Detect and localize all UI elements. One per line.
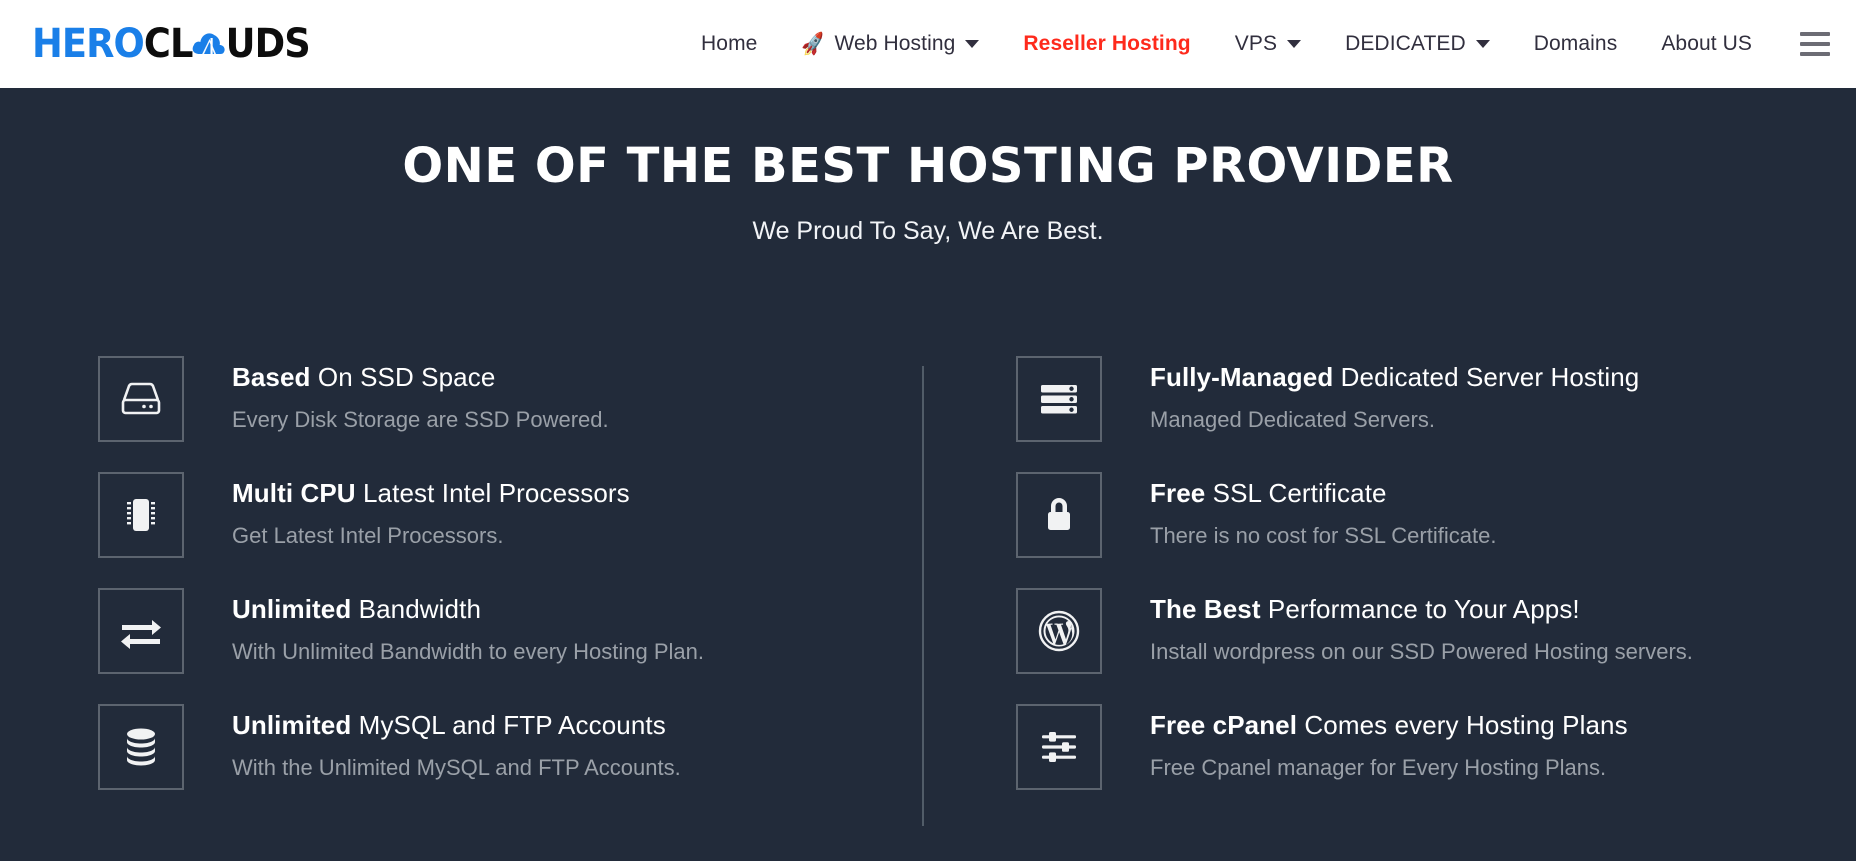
feature-title-bold: The Best <box>1150 593 1261 624</box>
feature-title: The Best Performance to Your Apps! <box>1150 594 1693 625</box>
feature-title-bold: Unlimited <box>232 593 352 624</box>
logo-text-uds: UDS <box>225 21 311 67</box>
feature-title-rest: Performance to Your Apps! <box>1260 593 1580 624</box>
feature-description: Get Latest Intel Processors. <box>232 522 504 548</box>
feature-description: Managed Dedicated Servers. <box>1150 406 1435 432</box>
feature-item-ssl-certificate: Free SSL Certificate There is no cost fo… <box>1016 471 1693 558</box>
database-icon <box>98 703 184 790</box>
lock-icon <box>1016 471 1102 558</box>
nav-item-reseller-hosting[interactable]: Reseller Hosting <box>1001 32 1212 56</box>
nav-label-vps: VPS <box>1234 32 1278 55</box>
features-section: Based On SSD Space Every Disk Storage ar… <box>0 355 1856 826</box>
features-column-left: Based On SSD Space Every Disk Storage ar… <box>98 355 888 790</box>
feature-title-rest: Dedicated Server Hosting <box>1333 361 1640 392</box>
exchange-arrows-icon <box>98 587 184 674</box>
hard-drive-icon <box>98 355 184 442</box>
page-subtitle: We Proud To Say, We Are Best. <box>752 216 1104 245</box>
chevron-down-icon <box>1287 40 1302 48</box>
nav-item-web-hosting[interactable]: 🚀 Web Hosting <box>779 31 1001 58</box>
feature-text: Free cPanel Comes every Hosting Plans Fr… <box>1150 704 1628 781</box>
feature-text: Free SSL Certificate There is no cost fo… <box>1150 472 1496 549</box>
nav-item-home[interactable]: Home <box>679 32 779 56</box>
hamburger-bar <box>1800 52 1830 56</box>
feature-description: There is no cost for SSL Certificate. <box>1150 522 1497 548</box>
feature-description: Install wordpress on our SSD Powered Hos… <box>1150 638 1693 664</box>
hamburger-bar <box>1800 42 1830 46</box>
wordpress-icon <box>1016 587 1102 674</box>
site-logo[interactable]: HERO CL UDS <box>32 21 311 67</box>
feature-item-mysql-ftp: Unlimited MySQL and FTP Accounts With th… <box>98 703 888 790</box>
page-title: ONE OF THE BEST HOSTING PROVIDER <box>402 138 1454 194</box>
feature-text: The Best Performance to Your Apps! Insta… <box>1150 588 1693 665</box>
chevron-down-icon <box>1475 40 1490 48</box>
top-navigation-bar: HERO CL UDS Home 🚀 Web Hosting Reseller H… <box>0 0 1856 88</box>
feature-title-bold: Fully-Managed <box>1150 361 1334 392</box>
feature-title-rest: Latest Intel Processors <box>355 477 630 508</box>
cpu-chip-icon <box>98 471 184 558</box>
feature-description: Every Disk Storage are SSD Powered. <box>232 406 609 432</box>
logo-text-hero: HERO <box>32 21 145 67</box>
column-divider <box>922 365 924 826</box>
logo-text-cl: CL <box>143 21 194 67</box>
feature-item-multi-cpu: Multi CPU Latest Intel Processors Get La… <box>98 471 888 558</box>
nav-item-vps[interactable]: VPS <box>1213 32 1323 56</box>
nav-label-domains: Domains <box>1533 32 1618 55</box>
nav-label-dedicated: DEDICATED <box>1345 32 1466 55</box>
feature-description: Free Cpanel manager for Every Hosting Pl… <box>1150 754 1607 780</box>
feature-item-wordpress-performance: The Best Performance to Your Apps! Insta… <box>1016 587 1693 674</box>
feature-text: Fully-Managed Dedicated Server Hosting M… <box>1150 356 1639 433</box>
feature-title-rest: Bandwidth <box>351 593 482 624</box>
feature-item-dedicated-server: Fully-Managed Dedicated Server Hosting M… <box>1016 355 1693 442</box>
feature-text: Multi CPU Latest Intel Processors Get La… <box>232 472 630 549</box>
nav-item-dedicated[interactable]: DEDICATED <box>1323 32 1512 56</box>
sliders-icon <box>1016 703 1102 790</box>
feature-title-bold: Multi CPU <box>232 477 356 508</box>
nav-label-home: Home <box>701 32 758 55</box>
feature-title-bold: Free <box>1150 477 1206 508</box>
feature-item-ssd-space: Based On SSD Space Every Disk Storage ar… <box>98 355 888 442</box>
feature-title-bold: Free cPanel <box>1150 709 1298 740</box>
feature-text: Unlimited Bandwidth With Unlimited Bandw… <box>232 588 704 665</box>
feature-title: Free SSL Certificate <box>1150 478 1496 509</box>
feature-item-bandwidth: Unlimited Bandwidth With Unlimited Bandw… <box>98 587 888 674</box>
feature-title: Multi CPU Latest Intel Processors <box>232 478 630 509</box>
feature-item-cpanel: Free cPanel Comes every Hosting Plans Fr… <box>1016 703 1693 790</box>
nav-item-domains[interactable]: Domains <box>1512 32 1640 56</box>
hero-section: ONE OF THE BEST HOSTING PROVIDER We Prou… <box>0 88 1856 861</box>
cloud-icon <box>191 26 228 62</box>
rocket-icon: 🚀 <box>799 31 829 58</box>
feature-title: Based On SSD Space <box>232 362 609 393</box>
feature-text: Based On SSD Space Every Disk Storage ar… <box>232 356 609 433</box>
nav-item-about-us[interactable]: About US <box>1639 32 1774 56</box>
hamburger-bar <box>1800 32 1830 36</box>
feature-title-rest: MySQL and FTP Accounts <box>351 709 666 740</box>
chevron-down-icon <box>965 40 980 48</box>
feature-title: Free cPanel Comes every Hosting Plans <box>1150 710 1628 741</box>
feature-title-bold: Based <box>232 361 311 392</box>
feature-title: Unlimited Bandwidth <box>232 594 704 625</box>
server-rack-icon <box>1016 355 1102 442</box>
nav-label-web-hosting: Web Hosting <box>834 32 956 55</box>
feature-title: Unlimited MySQL and FTP Accounts <box>232 710 681 741</box>
features-column-right: Fully-Managed Dedicated Server Hosting M… <box>1016 355 1693 790</box>
nav-links-container: Home 🚀 Web Hosting Reseller Hosting VPS … <box>679 31 1830 58</box>
nav-label-about-us: About US <box>1661 32 1752 55</box>
feature-title-rest: Comes every Hosting Plans <box>1297 709 1628 740</box>
feature-text: Unlimited MySQL and FTP Accounts With th… <box>232 704 681 781</box>
feature-title-bold: Unlimited <box>232 709 352 740</box>
feature-title-rest: On SSD Space <box>310 361 496 392</box>
nav-label-reseller-hosting: Reseller Hosting <box>1023 32 1191 55</box>
feature-title-rest: SSL Certificate <box>1205 477 1387 508</box>
feature-description: With the Unlimited MySQL and FTP Account… <box>232 754 681 780</box>
feature-title: Fully-Managed Dedicated Server Hosting <box>1150 362 1639 393</box>
feature-description: With Unlimited Bandwidth to every Hostin… <box>232 638 704 664</box>
hamburger-menu-icon[interactable] <box>1800 32 1830 56</box>
